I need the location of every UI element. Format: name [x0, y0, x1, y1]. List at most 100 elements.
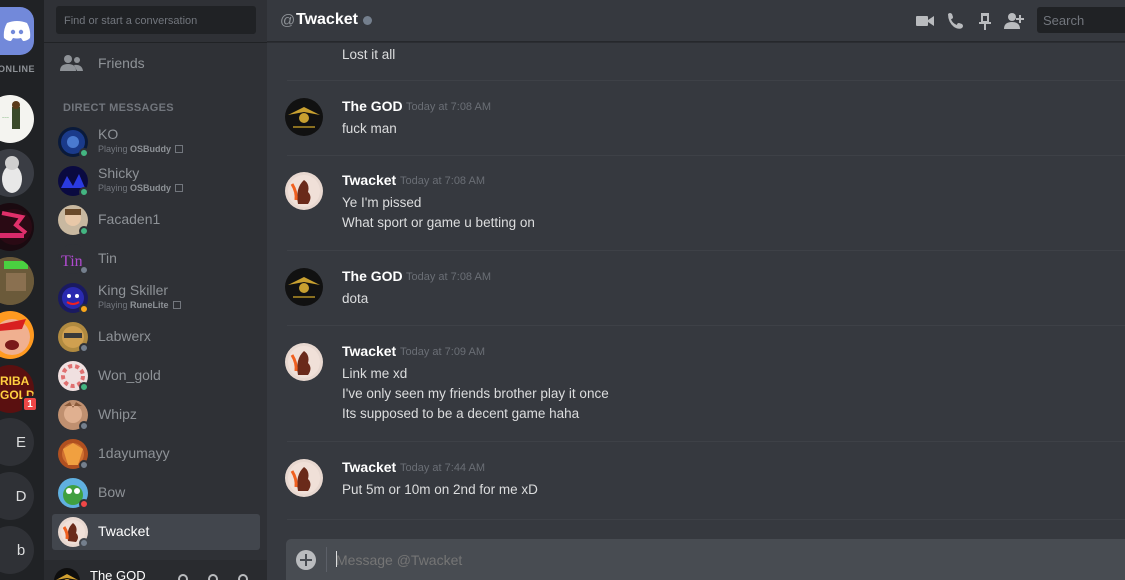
guild-image-icon: ~~~	[2, 101, 20, 129]
penguin-icon	[2, 156, 22, 193]
search-input[interactable]: Search	[1037, 7, 1125, 33]
message-input[interactable]	[336, 552, 1036, 568]
friends-icon	[60, 55, 83, 71]
message-text: fuck man	[342, 121, 397, 136]
author-avatar[interactable]	[285, 343, 323, 381]
timestamp: Today at 7:44 AM	[400, 462, 485, 474]
message-text: Link me xd	[342, 366, 408, 381]
message-text: Its supposed to be a decent game haha	[342, 406, 580, 421]
dm-item-whipz[interactable]: Whipz	[52, 397, 260, 433]
guild-image-icon	[0, 257, 34, 305]
activity-text: Playing OSBuddy	[98, 144, 184, 154]
voice-call-icon[interactable]	[945, 11, 965, 31]
message-divider	[287, 80, 1125, 81]
guild-icon-1[interactable]: ~~~	[0, 95, 34, 143]
rich-presence-icon	[172, 301, 181, 309]
status-offline-icon	[79, 460, 89, 470]
dm-sidebar: Find or start a conversation Friends DIR…	[44, 0, 267, 580]
guild-letter-d[interactable]: D	[0, 472, 34, 520]
guild-letter-b[interactable]: b	[0, 526, 34, 574]
pin-icon[interactable]	[975, 11, 995, 31]
upload-plus-icon[interactable]	[296, 550, 316, 570]
dm-item-labwerx[interactable]: Labwerx	[52, 319, 260, 355]
message-composer	[286, 539, 1125, 580]
status-offline-icon	[79, 265, 89, 275]
status-online-icon	[79, 187, 89, 197]
current-user-avatar	[54, 568, 80, 580]
message-text: Put 5m or 10m on 2nd for me xD	[342, 482, 538, 497]
dm-item-facaden1[interactable]: Facaden1	[52, 202, 260, 238]
online-count-label: ONLINE	[0, 64, 36, 74]
dm-item-tin[interactable]: Tin Tin	[52, 241, 260, 277]
status-online-icon	[79, 148, 89, 158]
add-friend-icon[interactable]	[1004, 11, 1024, 31]
dm-item-won-gold[interactable]: Won_gold	[52, 358, 260, 394]
video-call-icon[interactable]	[915, 11, 935, 31]
author-avatar[interactable]	[285, 459, 323, 497]
dm-item-shicky[interactable]: Shicky Playing OSBuddy	[52, 163, 260, 199]
timestamp: Today at 7:09 AM	[400, 346, 485, 358]
guild-icon-2[interactable]	[0, 149, 34, 197]
guild-icon-5[interactable]	[0, 311, 34, 359]
dm-name: Whipz	[98, 406, 137, 422]
status-online-icon	[79, 226, 89, 236]
mute-icon[interactable]	[178, 574, 188, 580]
svg-text:RIBA: RIBA	[0, 374, 30, 388]
dm-name: 1dayumayy	[98, 445, 170, 461]
home-button[interactable]	[0, 7, 34, 55]
find-conversation-input[interactable]: Find or start a conversation	[56, 6, 256, 34]
message-text: Ye I'm pissed	[342, 195, 422, 210]
author-name[interactable]: Twacket	[342, 343, 396, 359]
chat-area: @ Twacket Search Lost it all The GOD Tod…	[267, 0, 1125, 580]
status-dnd-icon	[79, 499, 89, 509]
message-divider	[287, 325, 1125, 326]
message-list: Lost it all The GOD Today at 7:08 AM fuc…	[267, 43, 1125, 533]
dm-item-bow[interactable]: Bow	[52, 475, 260, 511]
author-name[interactable]: The GOD	[342, 98, 403, 114]
discord-app: ONLINE ~~~ RIBA GOLD 1 E D b Find or sta…	[0, 0, 1125, 580]
deafen-icon[interactable]	[208, 574, 218, 580]
message-text: I've only seen my friends brother play i…	[342, 386, 609, 401]
message-divider	[287, 519, 1125, 520]
status-offline-icon	[79, 421, 89, 431]
message-divider	[287, 155, 1125, 156]
dm-item-ko[interactable]: KO Playing OSBuddy	[52, 124, 260, 160]
author-name[interactable]: Twacket	[342, 459, 396, 475]
text-cursor	[336, 551, 337, 567]
channel-title: Twacket	[296, 11, 358, 28]
dm-name: Bow	[98, 484, 126, 500]
guild-icon-4[interactable]	[0, 257, 34, 305]
discord-logo-icon	[3, 21, 31, 41]
guild-image-icon	[0, 209, 32, 245]
dm-item-1dayumayy[interactable]: 1dayumayy	[52, 436, 260, 472]
dm-item-king-skiller[interactable]: King Skiller Playing RuneLite	[52, 280, 260, 316]
server-list: ONLINE ~~~ RIBA GOLD 1 E D b	[0, 0, 44, 580]
guild-letter-e[interactable]: E	[0, 418, 34, 466]
timestamp: Today at 7:08 AM	[406, 101, 491, 113]
dm-name: King Skiller	[98, 282, 169, 298]
author-name[interactable]: The GOD	[342, 268, 403, 284]
timestamp: Today at 7:08 AM	[406, 271, 491, 283]
author-avatar[interactable]	[285, 98, 323, 136]
friends-nav-item[interactable]: Friends	[60, 52, 145, 74]
notification-badge: 1	[22, 396, 38, 412]
friends-label: Friends	[98, 55, 145, 71]
at-icon: @	[280, 12, 296, 29]
svg-text:~~~: ~~~	[2, 115, 10, 120]
author-avatar[interactable]	[285, 172, 323, 210]
dm-name: Twacket	[98, 523, 150, 539]
author-name[interactable]: Twacket	[342, 172, 396, 188]
rich-presence-icon	[175, 145, 184, 153]
dm-name: Tin	[98, 250, 117, 266]
current-user-name: The GOD	[90, 568, 146, 580]
settings-gear-icon[interactable]	[238, 574, 248, 580]
divider	[44, 42, 267, 43]
status-idle-icon	[79, 304, 89, 314]
activity-text: Playing RuneLite	[98, 300, 181, 310]
author-avatar[interactable]	[285, 268, 323, 306]
dm-item-twacket[interactable]: Twacket	[52, 514, 260, 550]
message-divider	[287, 250, 1125, 251]
user-panel: The GOD	[44, 560, 267, 580]
guild-icon-3[interactable]	[0, 203, 34, 251]
status-offline-icon	[363, 16, 372, 25]
